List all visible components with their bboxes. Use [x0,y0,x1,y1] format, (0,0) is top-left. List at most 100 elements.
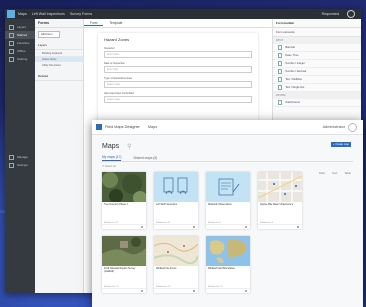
field-input[interactable]: Enter value [104,51,252,58]
attachment-icon [278,100,283,105]
download-icon [9,48,14,54]
section-label: INFORM [273,92,361,99]
select-all-checkbox[interactable]: ☐ Select all [102,165,353,168]
app-name[interactable]: Field Maps Designer [105,125,140,129]
tab-form[interactable]: Form [84,21,104,26]
field-select[interactable]: Select value [104,96,252,103]
nav-maps[interactable]: Maps [148,125,157,129]
top-bar: Maps Left Wall Inspections Survey Forms … [5,9,361,19]
nav-item-active[interactable]: Starred [5,31,35,39]
number-icon [278,69,283,74]
element-item[interactable]: Attachments [273,99,361,107]
field-input[interactable]: Enter date [104,66,252,73]
field-label: Date of Inspection [104,62,125,65]
add-form-button[interactable]: Add Form [38,31,60,38]
more-icon[interactable] [245,226,247,228]
map-card[interactable]: Left Wall Inspections Modified Jan 10 [154,172,198,229]
more-icon[interactable] [193,290,195,292]
map-title: Wildland Fire Zones [156,268,177,270]
card-footer [206,224,250,229]
element-label: Number / Decimal [285,70,307,73]
nav-item[interactable]: Sharing [5,55,35,63]
element-item[interactable]: Number / Integer [273,60,361,68]
star-icon [9,32,14,38]
element-item[interactable]: Text / Multiline [273,76,361,84]
user-label: Administrator [322,125,345,129]
sort-button[interactable]: Sort [332,171,337,175]
map-card[interactable]: Wildland Fire Zones Modified Dec 18 [154,236,198,293]
tree-group[interactable]: Related [35,72,83,81]
section-label: INPUT [273,37,361,44]
nav-item[interactable]: Offline [5,47,35,55]
calendar-icon [278,53,283,58]
element-label: Attachments [285,101,300,104]
breadcrumb-map[interactable]: Left Wall Inspections [32,12,65,16]
nav-label: Settings [17,163,28,167]
map-card[interactable]: Square Mile Water Infrastructure Modifie… [258,172,302,229]
field-maps-designer-window: Field Maps Designer Maps Administrator M… [92,120,363,307]
tab-my-maps[interactable]: My maps (17) [102,155,122,161]
app-logo-icon[interactable] [7,10,15,18]
breadcrumb-maps[interactable]: Maps [18,12,27,16]
manage-icon [9,154,14,160]
element-item[interactable]: Text / Single line [273,84,361,92]
field-label: Has Area been Controlled [104,92,134,95]
map-thumbnail [206,236,250,266]
more-icon[interactable] [141,290,143,292]
map-card[interactable]: Wetlands Observations Modified Jan 9 [206,172,250,229]
nav-label: Starred [17,33,27,37]
element-label: Barcode [285,46,296,49]
nav-item[interactable]: Layers [5,23,35,31]
avatar[interactable] [347,10,355,18]
page-title: Maps [102,143,120,150]
barcode-icon [278,45,283,50]
field-select[interactable]: Select value [104,81,252,88]
nav-item[interactable]: Favorites [5,39,35,47]
map-title: Wildland Field Boundaries [208,268,235,270]
element-item[interactable]: Date / Time [273,52,361,60]
map-card[interactable]: Tree Inventory Phase 1 Modified Jan 12 [102,172,146,229]
map-title: Tree Inventory Phase 1 [104,204,128,206]
map-title: 2019 Sidewalk Repairs Survey (Oakfield) [104,268,136,273]
avatar[interactable] [348,122,357,132]
search-icon[interactable]: ⚲ [127,143,131,150]
more-icon[interactable] [245,290,247,292]
view-tools: Filter Sort Table [319,171,351,175]
more-icon[interactable] [297,226,299,228]
field-label: Inspector [104,47,115,50]
nav-item[interactable]: Manage [5,153,35,161]
nav-label: Layers [17,25,27,29]
card-footer [154,224,198,229]
nav-label: Favorites [17,41,30,45]
nav-item[interactable]: Settings [5,161,35,169]
map-thumbnail [102,236,146,266]
tab-template[interactable]: Template [103,21,128,25]
map-card[interactable]: Wildland Field Boundaries Modified Dec 1… [206,236,250,293]
map-title: Square Mile Water Infrastructure [260,204,294,206]
more-icon[interactable] [193,226,195,228]
tree-group[interactable]: Layers [35,41,83,50]
element-item[interactable]: Barcode [273,44,361,52]
status-label: Requested [321,12,339,16]
breadcrumb-forms[interactable]: Survey Forms [70,12,92,16]
form-title: Hazard Zones [104,37,130,42]
card-footer [102,288,146,293]
tab-shared-maps[interactable]: Shared maps (5) [133,156,157,161]
app-logo-icon[interactable] [96,124,102,130]
map-thumbnail [258,172,302,202]
top-bar: Field Maps Designer Maps Administrator [92,120,363,135]
text-icon [278,77,283,82]
table-view-button[interactable]: Table [344,171,351,175]
map-card[interactable]: 2019 Sidewalk Repairs Survey (Oakfield) … [102,236,146,293]
create-map-button[interactable]: + Create map [331,142,351,147]
element-item[interactable]: Number / Decimal [273,68,361,76]
filter-button[interactable]: Filter [319,171,325,175]
element-label: Text / Single line [285,86,305,89]
maps-tabs: My maps (17) Shared maps (5) [102,155,353,162]
more-icon[interactable] [141,226,143,228]
tree-item[interactable]: Utility Structures [35,62,83,68]
form-tabs: Form Template [84,19,272,28]
panel-title: Form builder [273,19,361,28]
number-icon [278,61,283,66]
panel-title: Forms [35,19,83,28]
